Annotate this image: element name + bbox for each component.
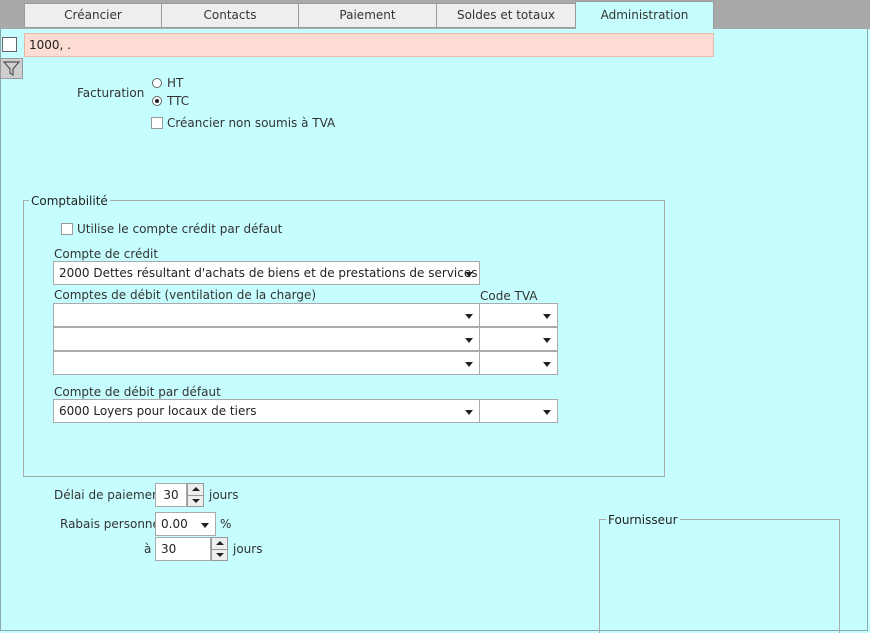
filter-button[interactable] (0, 58, 23, 79)
spin-down-icon[interactable] (212, 549, 227, 561)
delai-paiement-label: Délai de paiement (54, 488, 165, 502)
delai-jours-label: jours (209, 488, 239, 502)
compte-debit-defaut-value: 6000 Loyers pour locaux de tiers (59, 404, 257, 418)
comptabilite-title: Comptabilité (29, 194, 110, 208)
chevron-down-icon (465, 362, 473, 367)
tab-administration[interactable]: Administration (575, 1, 714, 29)
rabais-label: Rabais personnel (60, 517, 164, 531)
delai-paiement-input[interactable]: 30 (155, 483, 187, 507)
code-tva-label: Code TVA (480, 289, 538, 303)
fournisseur-group (599, 519, 840, 633)
rabais-jours-spinner[interactable] (211, 537, 228, 561)
compte-debit-select-1[interactable] (53, 303, 480, 327)
filter-icon (2, 61, 21, 77)
non-soumis-tva-checkbox[interactable] (151, 117, 163, 129)
chevron-down-icon (465, 338, 473, 343)
code-tva-defaut-select[interactable] (479, 399, 558, 423)
compte-debit-select-3[interactable] (53, 351, 480, 375)
code-tva-select-1[interactable] (479, 303, 558, 327)
compte-credit-value: 2000 Dettes résultant d'achats de biens … (59, 266, 479, 280)
chevron-down-icon (465, 314, 473, 319)
record-header: 1000, . (24, 33, 714, 57)
rabais-select[interactable]: 0.00 (155, 512, 216, 536)
chevron-down-icon (543, 362, 551, 367)
tab-soldes-totaux[interactable]: Soldes et totaux (436, 3, 576, 28)
tab-contacts[interactable]: Contacts (161, 3, 299, 28)
code-tva-select-3[interactable] (479, 351, 558, 375)
chevron-down-icon (465, 410, 473, 415)
record-select-checkbox[interactable] (2, 37, 17, 52)
radio-ttc[interactable] (152, 96, 162, 106)
chevron-down-icon (543, 338, 551, 343)
compte-credit-label: Compte de crédit (54, 247, 159, 261)
rabais-jours-input[interactable]: 30 (155, 537, 211, 561)
rabais-percent-label: % (220, 517, 232, 531)
compte-credit-select[interactable]: 2000 Dettes résultant d'achats de biens … (53, 261, 480, 285)
chevron-down-icon (201, 523, 209, 528)
spin-up-icon[interactable] (212, 538, 227, 549)
compte-debit-select-2[interactable] (53, 327, 480, 351)
rabais-value: 0.00 (161, 517, 188, 531)
rabais-a-label: à (144, 542, 152, 556)
utilise-compte-credit-label: Utilise le compte crédit par défaut (77, 222, 283, 236)
utilise-compte-credit-checkbox[interactable] (61, 223, 73, 235)
code-tva-select-2[interactable] (479, 327, 558, 351)
compte-debit-defaut-label: Compte de débit par défaut (54, 385, 221, 399)
delai-paiement-spinner[interactable] (187, 483, 204, 507)
tab-paiement[interactable]: Paiement (298, 3, 437, 28)
spin-down-icon[interactable] (188, 495, 203, 507)
radio-ttc-label: TTC (167, 94, 190, 108)
radio-ht[interactable] (152, 78, 162, 88)
comptes-debit-label: Comptes de débit (ventilation de la char… (54, 288, 317, 302)
non-soumis-tva-label: Créancier non soumis à TVA (167, 116, 336, 130)
rabais-jours-label: jours (233, 542, 263, 556)
chevron-down-icon (543, 314, 551, 319)
chevron-down-icon (543, 410, 551, 415)
facturation-label: Facturation (77, 86, 145, 100)
fournisseur-title: Fournisseur (606, 513, 680, 527)
tab-creancier[interactable]: Créancier (24, 3, 162, 28)
compte-debit-defaut-select[interactable]: 6000 Loyers pour locaux de tiers (53, 399, 480, 423)
chevron-down-icon (465, 272, 473, 277)
radio-ht-label: HT (167, 76, 184, 90)
spin-up-icon[interactable] (188, 484, 203, 495)
